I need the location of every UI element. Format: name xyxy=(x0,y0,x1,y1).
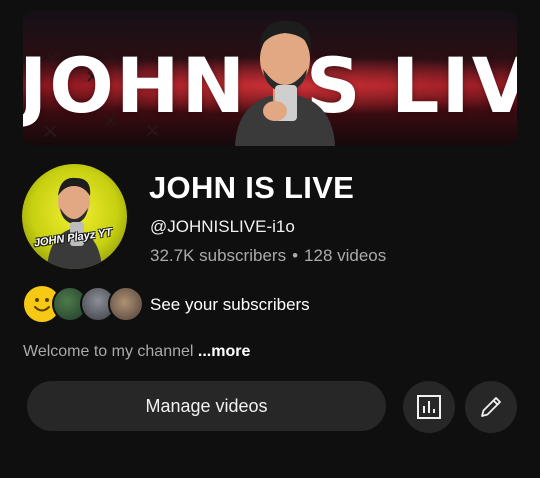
pencil-icon xyxy=(481,397,501,417)
subscriber-count: 32.7K subscribers xyxy=(150,246,287,265)
banner-person-illustration xyxy=(235,20,335,146)
avatar-character-illustration xyxy=(47,177,102,269)
analytics-button[interactable] xyxy=(403,381,455,433)
channel-name: JOHN IS LIVE xyxy=(149,170,355,205)
more-link[interactable]: ...more xyxy=(198,343,250,360)
manage-videos-button[interactable]: Manage videos xyxy=(27,381,386,431)
description-text: Welcome to my channel xyxy=(23,343,194,360)
subscriber-avatars[interactable] xyxy=(24,286,144,322)
channel-banner: ✕ ✕ ✕ ✕ ✕ JOHN IS LIVE xyxy=(23,11,517,146)
channel-handle: @JOHNISLIVE-i1o xyxy=(150,217,295,236)
edit-channel-button[interactable] xyxy=(465,381,517,433)
video-count: 128 videos xyxy=(304,246,387,265)
see-subscribers-link[interactable]: See your subscribers xyxy=(150,295,310,315)
channel-description[interactable]: Welcome to my channel ...more xyxy=(23,343,250,361)
subscriber-avatar xyxy=(108,286,144,322)
stats-separator: • xyxy=(292,246,299,265)
bar-chart-icon xyxy=(417,395,441,419)
channel-stats: 32.7K subscribers • 128 videos xyxy=(150,246,386,266)
channel-avatar[interactable]: JOHN Playz YT xyxy=(22,164,127,269)
